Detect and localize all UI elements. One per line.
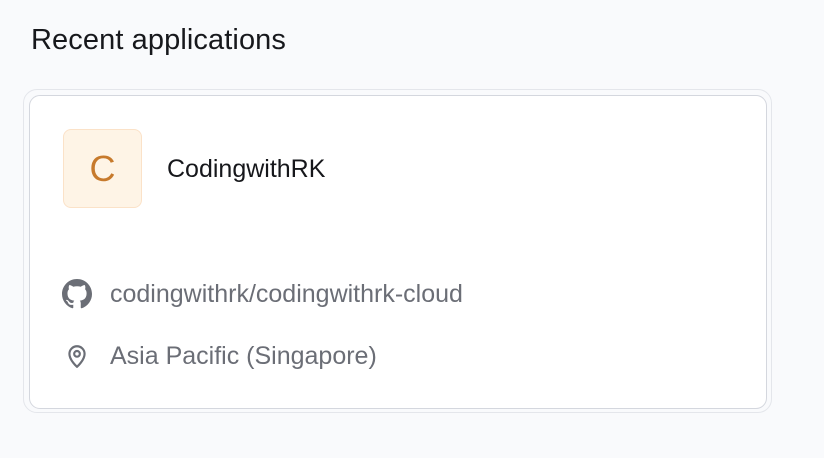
region-text: Asia Pacific (Singapore) <box>110 342 377 370</box>
repository-text: codingwithrk/codingwithrk-cloud <box>110 280 463 308</box>
region-row: Asia Pacific (Singapore) <box>61 339 377 373</box>
repository-row: codingwithrk/codingwithrk-cloud <box>61 277 463 311</box>
map-pin-icon <box>61 340 93 372</box>
github-icon <box>61 278 93 310</box>
app-avatar: C <box>63 129 142 208</box>
section-title: Recent applications <box>31 24 286 56</box>
recent-applications-page: Recent applications C CodingwithRK codin… <box>0 0 824 458</box>
app-name: CodingwithRK <box>167 155 326 183</box>
application-card[interactable]: C CodingwithRK codingwithrk/codingwithrk… <box>29 95 767 409</box>
